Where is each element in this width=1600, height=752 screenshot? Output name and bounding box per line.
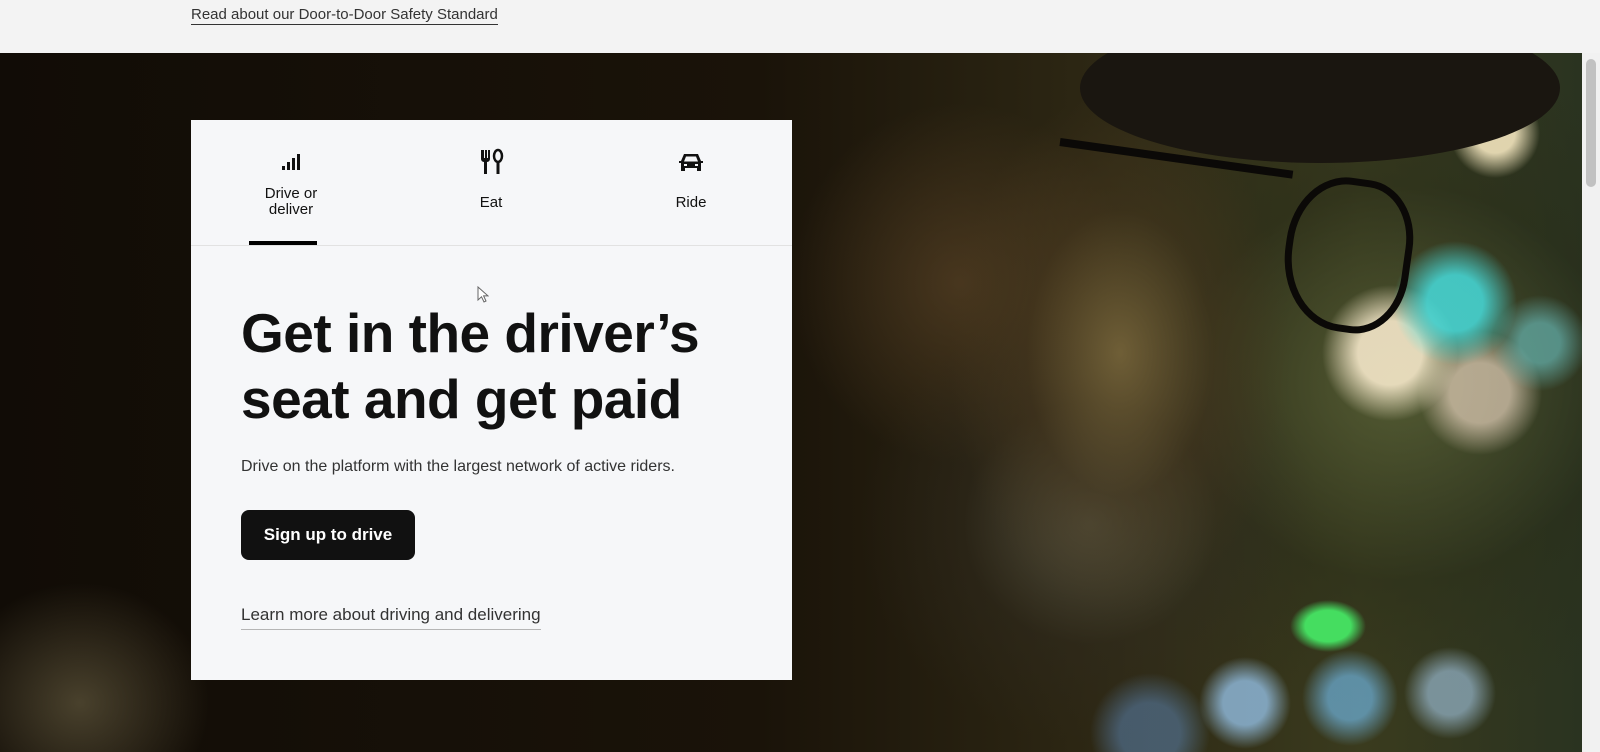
mouse-cursor-icon	[477, 286, 489, 303]
tab-label: Ride	[675, 194, 707, 211]
selected-tab-indicator	[249, 241, 317, 245]
glasses	[1274, 169, 1422, 341]
bars-icon	[282, 154, 300, 170]
learn-more-link[interactable]: Learn more about driving and delivering	[241, 605, 541, 630]
tab-label-line2: deliver	[268, 201, 314, 218]
tab-eat[interactable]: Eat	[391, 120, 591, 245]
page-scrollbar[interactable]	[1582, 53, 1600, 752]
car-icon	[679, 154, 703, 171]
announcement-bar: Read about our Door-to-Door Safety Stand…	[0, 0, 1600, 54]
headline-line2: seat and get paid	[241, 368, 682, 430]
tab-label-line1: Drive or	[264, 185, 318, 202]
scrollbar-thumb[interactable]	[1586, 59, 1596, 187]
page-title: Get in the driver’s seat and get paid	[241, 300, 761, 432]
safety-standard-link[interactable]: Read about our Door-to-Door Safety Stand…	[191, 6, 498, 25]
hero-card: Drive or deliver Eat Ride Get in the dri…	[191, 120, 792, 680]
sign-up-to-drive-button[interactable]: Sign up to drive	[241, 510, 415, 560]
headline-line1: Get in the driver’s	[241, 302, 700, 364]
product-tabs: Drive or deliver Eat Ride	[191, 120, 792, 246]
tab-drive-or-deliver[interactable]: Drive or deliver	[191, 120, 391, 245]
fork-knife-icon	[481, 148, 504, 174]
tab-label: Eat	[479, 194, 503, 211]
tab-ride[interactable]: Ride	[591, 120, 791, 245]
hero-subtext: Drive on the platform with the largest n…	[241, 458, 675, 475]
driver-cap	[1080, 53, 1560, 163]
